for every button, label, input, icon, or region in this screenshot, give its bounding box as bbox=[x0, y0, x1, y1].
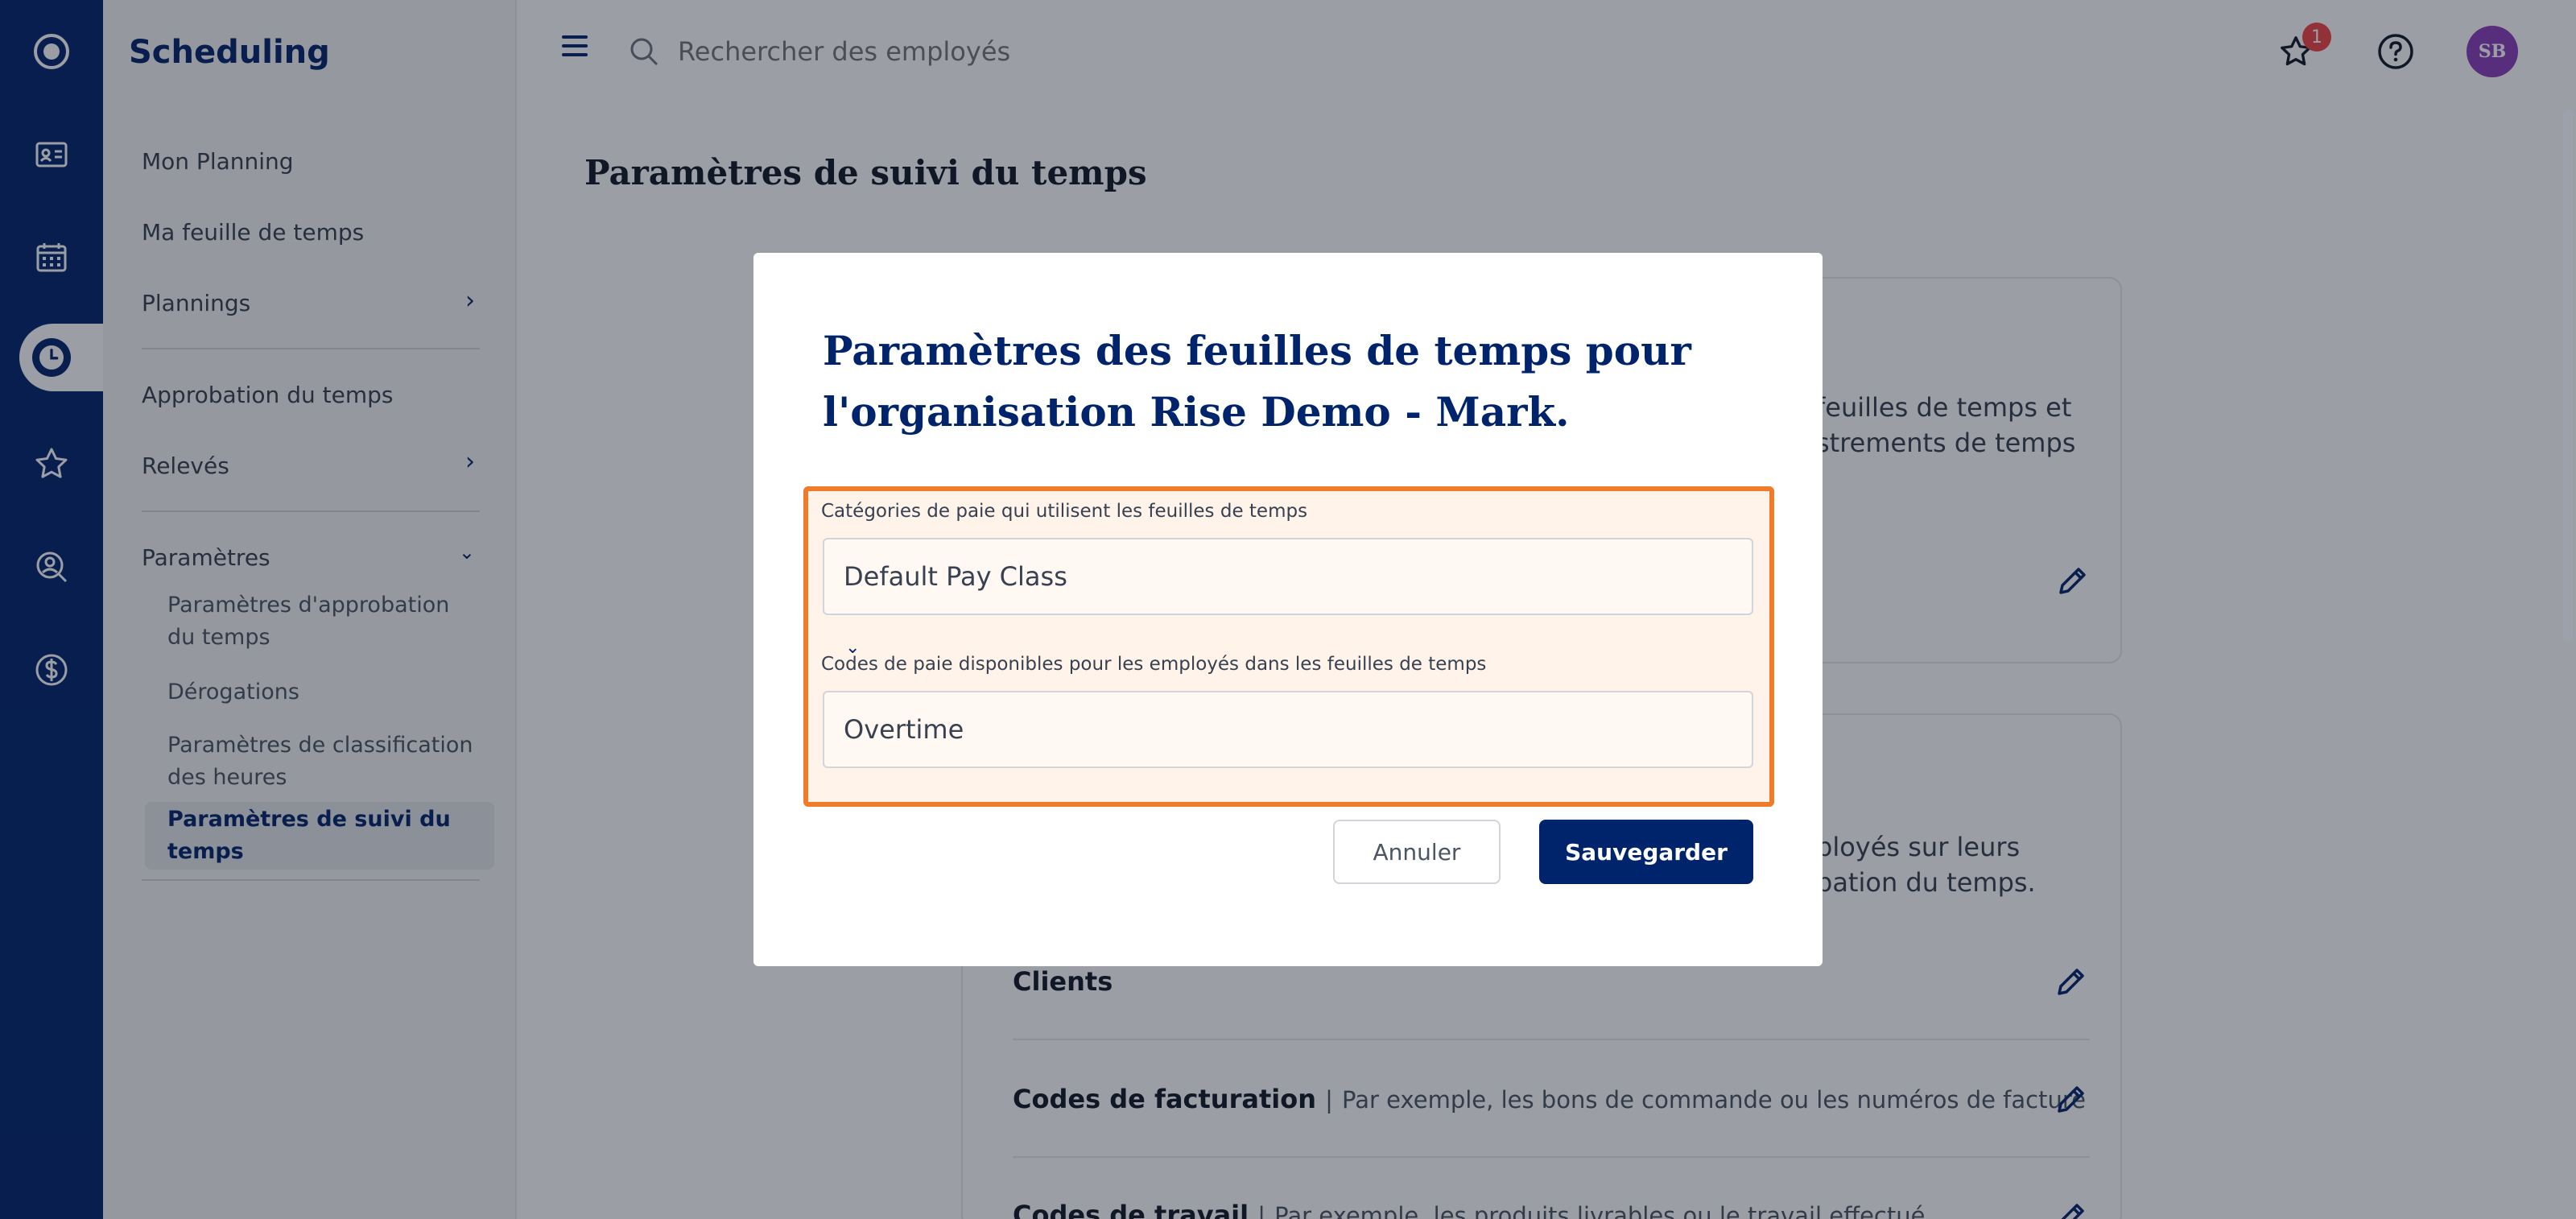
pay-codes-field[interactable]: Overtime bbox=[823, 691, 1753, 768]
timesheet-settings-modal: Paramètres des feuilles de temps pour l'… bbox=[753, 253, 1823, 966]
modal-title: Paramètres des feuilles de temps pour l'… bbox=[823, 327, 1691, 436]
save-button[interactable]: Sauvegarder bbox=[1539, 820, 1753, 884]
cancel-button[interactable]: Annuler bbox=[1333, 820, 1501, 884]
page-scrollbar[interactable] bbox=[2563, 110, 2573, 641]
pay-codes-label: Codes de paie disponibles pour les emplo… bbox=[821, 654, 1487, 675]
pay-classes-label: Catégories de paie qui utilisent les feu… bbox=[821, 501, 1308, 522]
pay-classes-field[interactable]: Default Pay Class bbox=[823, 538, 1753, 615]
